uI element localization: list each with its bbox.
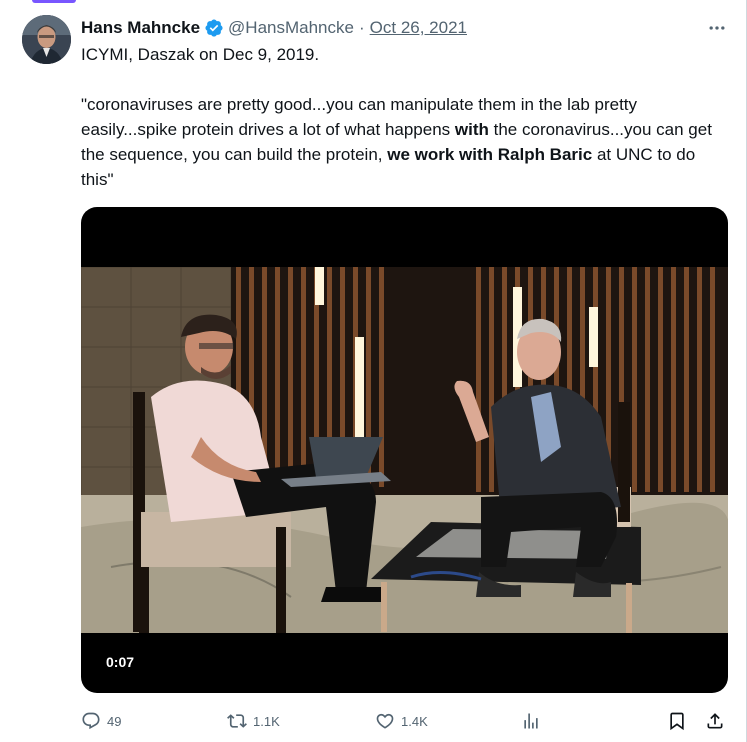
bookmark-button[interactable] — [667, 707, 693, 735]
tweet-date-link[interactable]: Oct 26, 2021 — [370, 18, 467, 38]
quote-bold-1: with — [454, 120, 489, 139]
heart-icon — [376, 713, 394, 729]
bookmark-icon — [670, 712, 684, 731]
like-count: 1.4K — [401, 713, 428, 729]
separator-dot: · — [358, 18, 365, 37]
author-name[interactable]: Hans Mahncke — [81, 18, 200, 38]
views-button[interactable] — [521, 707, 547, 735]
tweet-header: Hans Mahncke @HansMahncke · Oct 26, 2021 — [81, 16, 707, 40]
like-button[interactable]: 1.4K — [375, 707, 428, 735]
quote-bold-2: we work with Ralph Baric — [387, 145, 593, 164]
author-handle[interactable]: @HansMahncke — [228, 18, 354, 38]
video-frame — [81, 267, 728, 633]
video-timestamp: 0:07 — [106, 654, 135, 670]
video-player[interactable]: 0:07 — [81, 207, 728, 693]
tweet-quote: "coronaviruses are pretty good...you can… — [81, 92, 731, 192]
avatar[interactable] — [22, 15, 71, 64]
top-accent-bar — [32, 0, 76, 3]
more-options-icon[interactable] — [705, 16, 729, 40]
repost-count: 1.1K — [253, 713, 280, 729]
reply-button[interactable]: 49 — [81, 707, 121, 735]
analytics-icon — [524, 713, 538, 729]
repost-icon — [227, 714, 247, 728]
tweet-text: ICYMI, Daszak on Dec 9, 2019. "coronavir… — [81, 42, 731, 192]
share-button[interactable] — [705, 707, 731, 735]
reply-count: 49 — [107, 713, 122, 729]
verified-badge-icon[interactable] — [204, 18, 224, 38]
share-icon — [707, 713, 723, 729]
repost-button[interactable]: 1.1K — [227, 707, 280, 735]
tweet-action-bar: 49 1.1K 1.4K — [81, 707, 729, 735]
tweet-intro-line: ICYMI, Daszak on Dec 9, 2019. — [81, 45, 320, 64]
reply-icon — [82, 712, 100, 730]
